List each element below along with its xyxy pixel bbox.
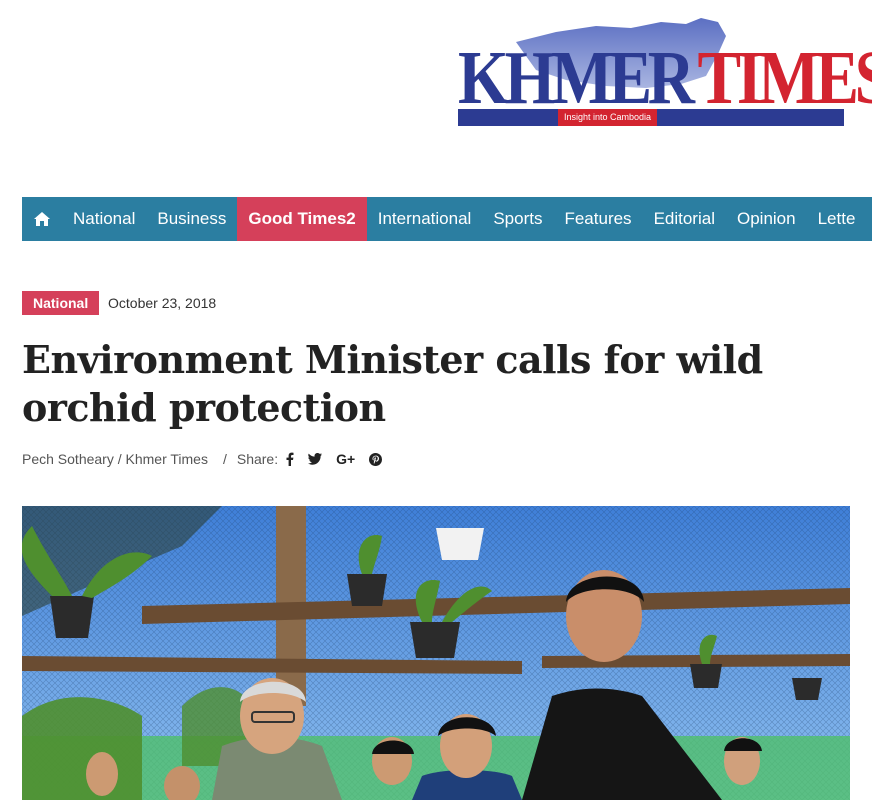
nav-item-national[interactable]: National xyxy=(62,197,146,241)
byline-row: Pech Sotheary / Khmer Times / Share: G+ xyxy=(22,451,396,467)
orchid-nursery-image xyxy=(22,506,850,800)
nav-home-button[interactable] xyxy=(22,197,62,241)
nav-item-opinion[interactable]: Opinion xyxy=(726,197,807,241)
nav-item-business[interactable]: Business xyxy=(146,197,237,241)
home-icon xyxy=(34,212,50,226)
nav-item-editorial[interactable]: Editorial xyxy=(643,197,726,241)
logo-khmer-text: KHMER xyxy=(458,36,695,120)
nav-item-good-times2[interactable]: Good Times2 xyxy=(237,197,367,241)
logo-times-text: TIMES xyxy=(697,36,872,120)
publish-date: October 23, 2018 xyxy=(108,295,217,311)
pinterest-icon[interactable] xyxy=(369,452,383,466)
category-badge[interactable]: National xyxy=(22,291,100,315)
nav-item-letters[interactable]: Lette xyxy=(807,197,867,241)
main-nav: National Business Good Times2 Internatio… xyxy=(22,197,872,241)
twitter-icon[interactable] xyxy=(308,453,323,465)
article-title: Environment Minister calls for wild orch… xyxy=(22,337,763,430)
article-hero-photo xyxy=(22,506,850,800)
google-plus-icon[interactable]: G+ xyxy=(336,451,355,467)
logo-tagline: Insight into Cambodia xyxy=(558,109,658,126)
byline-separator: / xyxy=(222,451,227,467)
site-logo[interactable]: KHMERTIMES Insight into Cambodia xyxy=(456,14,872,130)
author-byline[interactable]: Pech Sotheary / Khmer Times xyxy=(22,451,208,467)
share-label: Share: xyxy=(236,451,279,467)
facebook-icon[interactable] xyxy=(286,452,294,466)
nav-item-international[interactable]: International xyxy=(367,197,483,241)
nav-item-sports[interactable]: Sports xyxy=(482,197,553,241)
nav-item-features[interactable]: Features xyxy=(553,197,642,241)
logo-wordmark: KHMERTIMES xyxy=(458,40,872,116)
